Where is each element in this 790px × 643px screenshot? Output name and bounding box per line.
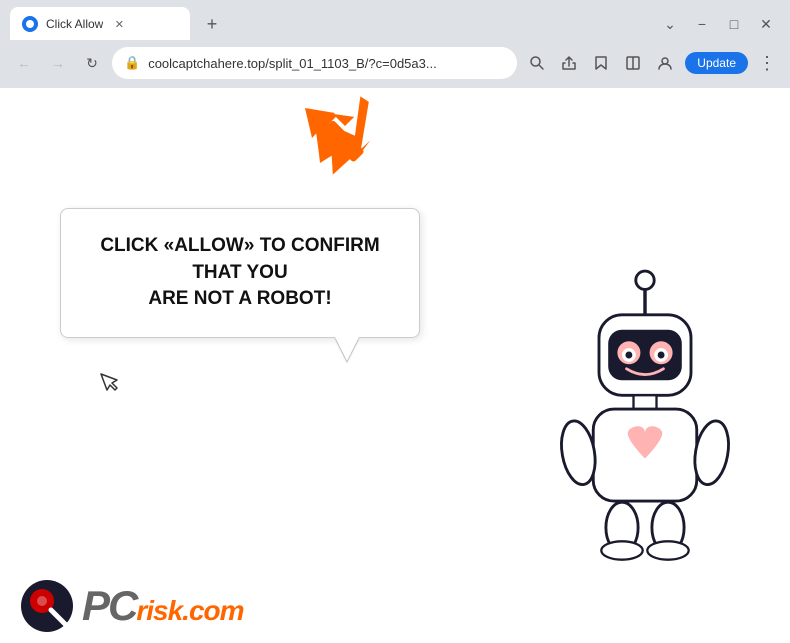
split-view-icon-button[interactable] <box>619 49 647 77</box>
address-bar[interactable]: 🔒 coolcaptchahere.top/split_01_1103_B/?c… <box>112 47 517 79</box>
minimize-button[interactable]: − <box>692 16 712 32</box>
click-allow-arrow <box>295 93 395 193</box>
share-icon-button[interactable] <box>555 49 583 77</box>
browser-window: Click Allow ✕ + ⌄ − □ ✕ ← → ↻ 🔒 coolcapt… <box>0 0 790 643</box>
logo-text: PC risk.com <box>82 582 244 630</box>
refresh-button[interactable]: ↻ <box>78 49 106 77</box>
pc-logo-icon <box>20 579 74 633</box>
speech-bubble: CLICK «ALLOW» TO CONFIRM THAT YOU ARE NO… <box>60 208 420 338</box>
maximize-button[interactable]: □ <box>724 16 744 32</box>
update-button[interactable]: Update <box>685 52 748 74</box>
bookmark-icon-button[interactable] <box>587 49 615 77</box>
lock-icon: 🔒 <box>124 55 140 71</box>
close-button[interactable]: ✕ <box>756 16 776 33</box>
pcrisk-logo: PC risk.com <box>20 579 244 633</box>
profile-icon-button[interactable] <box>651 49 679 77</box>
robot-illustration <box>530 263 760 583</box>
tab-close-button[interactable]: ✕ <box>111 16 127 32</box>
tab-title: Click Allow <box>46 17 103 31</box>
page-content: CLICK «ALLOW» TO CONFIRM THAT YOU ARE NO… <box>0 88 790 643</box>
window-controls: ⌄ − □ ✕ <box>660 16 780 33</box>
chevron-down-icon[interactable]: ⌄ <box>660 16 680 33</box>
forward-button[interactable]: → <box>44 49 72 77</box>
url-text: coolcaptchahere.top/split_01_1103_B/?c=0… <box>148 56 505 71</box>
search-icon-button[interactable] <box>523 49 551 77</box>
toolbar-icons <box>523 49 679 77</box>
cursor-icon <box>100 373 118 401</box>
bubble-text: CLICK «ALLOW» TO CONFIRM THAT YOU ARE NO… <box>89 233 391 313</box>
toolbar: ← → ↻ 🔒 coolcaptchahere.top/split_01_110… <box>0 40 790 88</box>
tab-favicon-icon <box>22 16 38 32</box>
back-button[interactable]: ← <box>10 49 38 77</box>
menu-dots-button[interactable]: ⋮ <box>754 53 780 74</box>
new-tab-button[interactable]: + <box>198 10 226 38</box>
title-bar: Click Allow ✕ + ⌄ − □ ✕ <box>0 0 790 40</box>
browser-tab[interactable]: Click Allow ✕ <box>10 7 190 41</box>
